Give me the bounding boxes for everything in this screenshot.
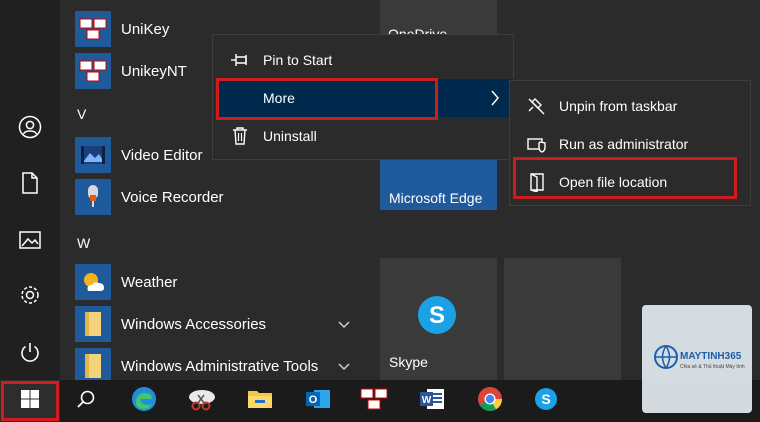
app-label: Video Editor bbox=[121, 146, 203, 164]
power-icon[interactable] bbox=[15, 337, 45, 367]
taskbar-file-explorer[interactable] bbox=[236, 380, 284, 422]
tile-empty[interactable] bbox=[504, 258, 621, 380]
section-header-v[interactable]: V bbox=[77, 106, 86, 122]
unikey-icon bbox=[75, 53, 111, 89]
menu-label: Uninstall bbox=[263, 128, 317, 144]
edge-icon bbox=[130, 385, 158, 418]
skype-icon: S bbox=[533, 386, 559, 417]
video-editor-icon bbox=[75, 137, 111, 173]
app-label: UniKey bbox=[121, 20, 170, 38]
svg-text:W: W bbox=[422, 395, 432, 406]
trash-icon bbox=[229, 125, 251, 147]
highlight-box-more bbox=[216, 78, 438, 120]
shield-icon bbox=[526, 133, 548, 155]
section-header-w[interactable]: W bbox=[77, 235, 90, 251]
app-label: Windows Accessories bbox=[121, 315, 267, 333]
watermark-logo: MAYTINH365 Chia sẻ & Thủ thuật Máy tính bbox=[642, 305, 752, 413]
taskbar-outlook[interactable]: O bbox=[294, 380, 342, 422]
svg-text:S: S bbox=[541, 391, 550, 407]
weather-icon bbox=[75, 264, 111, 300]
menu-label: Unpin from taskbar bbox=[559, 98, 678, 114]
taskbar-chrome[interactable] bbox=[466, 380, 514, 422]
list-item-windows-accessories[interactable]: Windows Accessories bbox=[75, 304, 266, 344]
tile-skype[interactable]: S Skype bbox=[380, 258, 497, 380]
menu-label: Run as administrator bbox=[559, 136, 689, 152]
taskbar-search-button[interactable] bbox=[62, 380, 110, 422]
start-left-rail bbox=[0, 0, 60, 380]
globe-logo-icon bbox=[652, 343, 680, 376]
unikey-icon bbox=[75, 11, 111, 47]
search-icon bbox=[76, 389, 96, 414]
watermark-brand: MAYTINH365 bbox=[680, 351, 742, 362]
folder-icon bbox=[75, 348, 111, 384]
highlight-box-open-file-location bbox=[513, 157, 737, 199]
highlight-box-start bbox=[1, 381, 59, 421]
app-label: Weather bbox=[121, 273, 178, 291]
taskbar-word[interactable]: W bbox=[408, 380, 456, 422]
folder-icon bbox=[75, 306, 111, 342]
menu-item-unpin-from-taskbar[interactable]: Unpin from taskbar bbox=[510, 87, 750, 125]
file-explorer-icon bbox=[246, 387, 274, 416]
app-label: UnikeyNT bbox=[121, 62, 187, 80]
app-label: Windows Administrative Tools bbox=[121, 357, 319, 375]
watermark-tagline: Chia sẻ & Thủ thuật Máy tính bbox=[680, 364, 745, 370]
svg-text:S: S bbox=[429, 302, 445, 329]
menu-item-uninstall[interactable]: Uninstall bbox=[213, 117, 513, 155]
tile-label: Microsoft Edge bbox=[389, 190, 483, 206]
taskbar-skype[interactable]: S bbox=[522, 380, 570, 422]
app-label: Voice Recorder bbox=[121, 188, 224, 206]
unikey-icon bbox=[360, 387, 388, 416]
taskbar-edge[interactable] bbox=[120, 380, 168, 422]
settings-gear-icon[interactable] bbox=[15, 280, 45, 310]
list-item-voice-recorder[interactable]: Voice Recorder bbox=[75, 177, 224, 217]
taskbar-snipping-tool[interactable] bbox=[178, 380, 226, 422]
pictures-icon[interactable] bbox=[15, 225, 45, 255]
chevron-down-icon[interactable] bbox=[338, 360, 350, 374]
word-icon: W bbox=[418, 386, 446, 417]
documents-icon[interactable] bbox=[15, 168, 45, 198]
user-account-icon[interactable] bbox=[15, 112, 45, 142]
chevron-right-icon bbox=[490, 90, 500, 111]
list-item-video-editor[interactable]: Video Editor bbox=[75, 135, 202, 175]
snipping-tool-icon bbox=[187, 386, 217, 417]
menu-item-pin-to-start[interactable]: Pin to Start bbox=[213, 41, 513, 79]
list-item-weather[interactable]: Weather bbox=[75, 262, 177, 302]
list-item-unikey[interactable]: UniKey bbox=[75, 9, 169, 49]
menu-label: Pin to Start bbox=[263, 52, 333, 68]
svg-text:O: O bbox=[309, 394, 318, 406]
microphone-icon bbox=[75, 179, 111, 215]
pin-icon bbox=[229, 49, 251, 71]
taskbar-unikey[interactable] bbox=[350, 380, 398, 422]
chevron-down-icon[interactable] bbox=[338, 318, 350, 332]
tile-label: Skype bbox=[389, 354, 428, 370]
list-item-unikeynt[interactable]: UnikeyNT bbox=[75, 51, 187, 91]
outlook-icon: O bbox=[304, 386, 332, 417]
skype-icon: S bbox=[416, 294, 458, 336]
chrome-icon bbox=[476, 385, 504, 418]
unpin-icon bbox=[526, 95, 548, 117]
